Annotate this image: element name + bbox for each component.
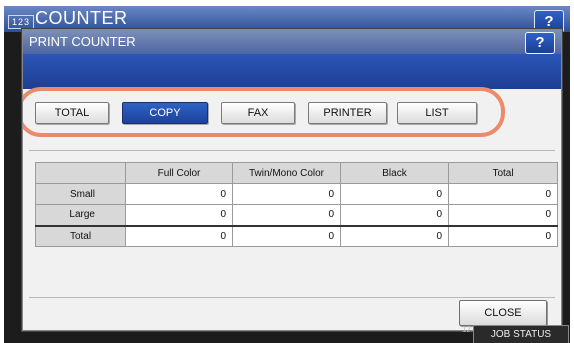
table-row: Small 0 0 0 0	[35, 183, 558, 205]
close-button[interactable]: CLOSE	[459, 300, 547, 326]
screen: 123 COUNTER ? PRINT COUNTER ? TOTAL COPY…	[4, 6, 570, 343]
table-header-row: Full Color Twin/Mono Color Black Total	[35, 162, 558, 184]
column-header-black: Black	[340, 162, 449, 184]
table-cell: 0	[340, 183, 449, 205]
background-title: COUNTER	[35, 8, 128, 28]
row-label-total: Total	[35, 224, 126, 247]
row-label-small: Small	[35, 183, 126, 205]
table-row: Large 0 0 0 0	[35, 204, 558, 226]
tab-list[interactable]: LIST	[397, 102, 477, 124]
table-cell: 0	[125, 224, 233, 247]
dialog-blue-band	[23, 54, 561, 89]
table-cell: 0	[448, 224, 558, 247]
divider-top	[29, 150, 555, 151]
dialog-title-bar: PRINT COUNTER ?	[23, 30, 561, 54]
table-cell: 0	[232, 204, 341, 226]
table-cell: 0	[448, 183, 558, 205]
tab-fax[interactable]: FAX	[221, 102, 295, 124]
job-status-button[interactable]: JOB STATUS	[473, 325, 569, 343]
dialog-help-button[interactable]: ?	[525, 32, 555, 54]
counter-table: Full Color Twin/Mono Color Black Total S…	[35, 162, 558, 247]
clock-display: 12:21	[412, 326, 482, 343]
table-row-total: Total 0 0 0 0	[35, 224, 558, 247]
table-cell: 0	[125, 183, 233, 205]
table-cell: 0	[448, 204, 558, 226]
counter-number-icon: 123	[8, 15, 34, 29]
column-header	[35, 162, 126, 184]
table-cell: 0	[125, 204, 233, 226]
column-header-full-color: Full Color	[125, 162, 233, 184]
column-header-total: Total	[448, 162, 558, 184]
print-counter-dialog: PRINT COUNTER ? TOTAL COPY FAX PRINTER L…	[22, 29, 562, 331]
tab-total[interactable]: TOTAL	[35, 102, 109, 124]
row-label-large: Large	[35, 204, 126, 226]
table-cell: 0	[340, 224, 449, 247]
table-cell: 0	[340, 204, 449, 226]
table-cell: 0	[232, 183, 341, 205]
tab-copy[interactable]: COPY	[122, 102, 208, 124]
column-header-twin-mono-color: Twin/Mono Color	[232, 162, 341, 184]
divider-bottom	[29, 297, 555, 298]
dialog-title: PRINT COUNTER	[29, 34, 136, 49]
tab-printer[interactable]: PRINTER	[308, 102, 387, 124]
table-cell: 0	[232, 224, 341, 247]
